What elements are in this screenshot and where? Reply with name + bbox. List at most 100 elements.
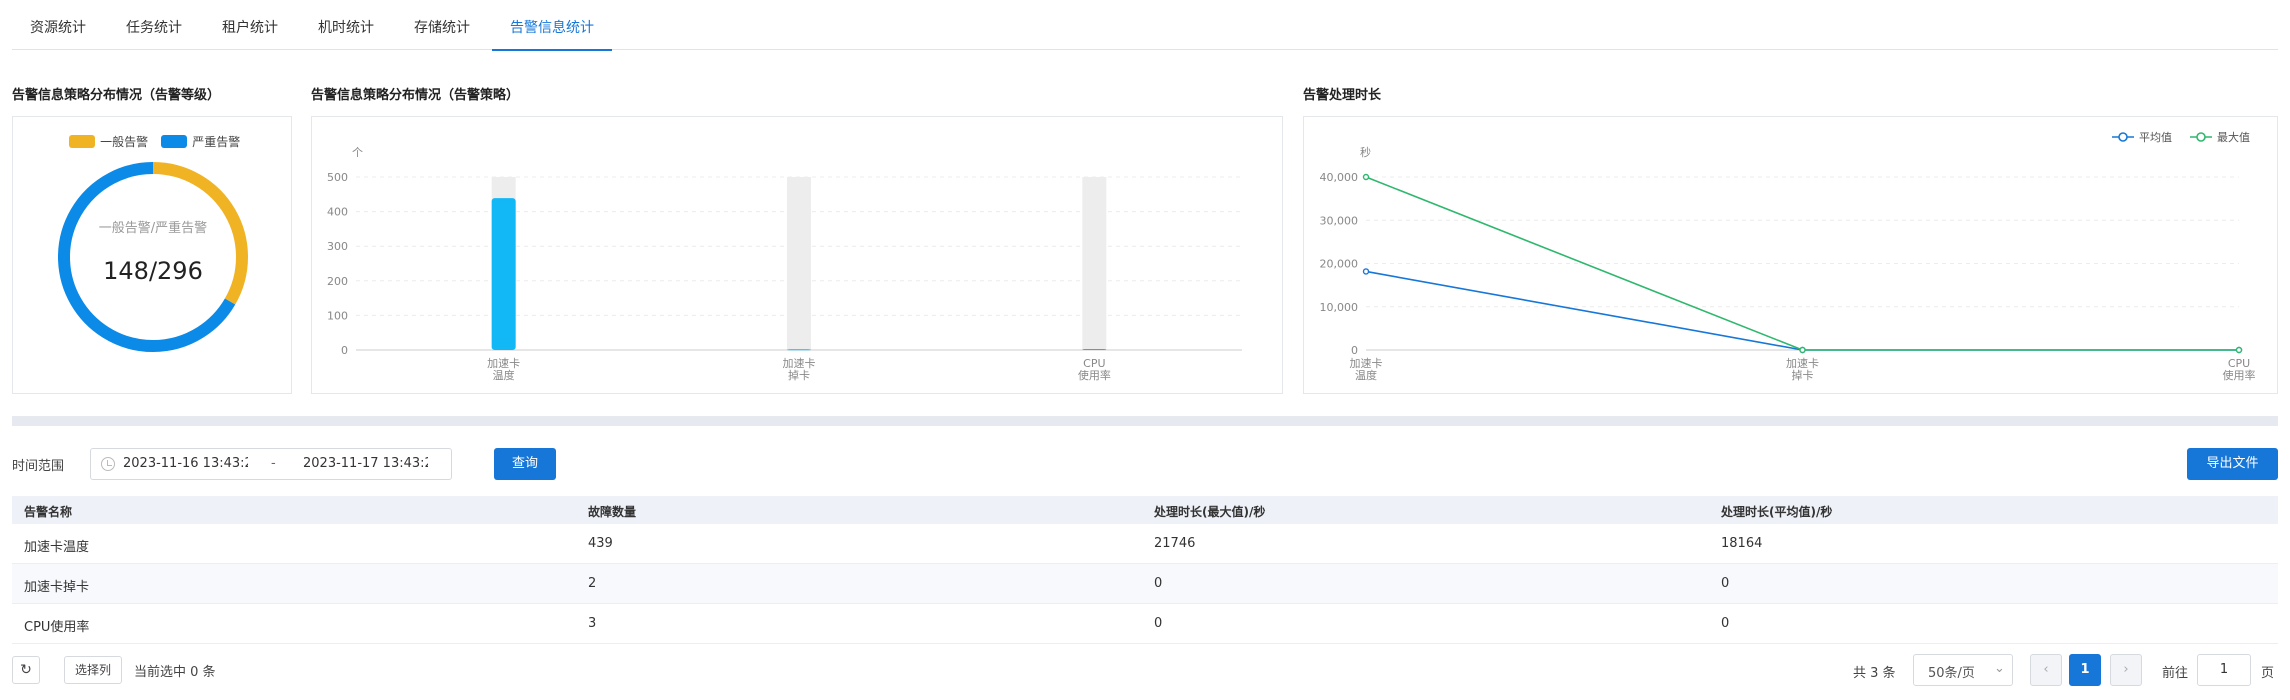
export-button[interactable]: 导出文件 — [2187, 448, 2278, 480]
section-divider — [12, 416, 2278, 426]
refresh-button[interactable]: ↻ — [12, 656, 40, 684]
start-date-input[interactable]: 2023-11-16 13:43:26 — [123, 456, 248, 471]
cell-count: 3 — [588, 616, 597, 631]
goto-label: 前往 — [2162, 666, 2189, 681]
donut-chart: 一般告警/严重告警 148/296 — [58, 162, 248, 352]
cell-max: 0 — [1154, 576, 1163, 591]
x-tick-label: 温度 — [493, 368, 515, 382]
bar-background — [787, 177, 811, 350]
x-tick-label: 掉卡 — [1792, 368, 1814, 382]
tab-label: 告警信息统计 — [510, 20, 594, 36]
table-row[interactable]: CPU使用率 3 0 0 — [12, 604, 2278, 644]
cell-max: 0 — [1154, 616, 1163, 631]
series-line[interactable] — [1365, 270, 2239, 351]
column-header-max[interactable]: 处理时长(最大值)/秒 — [1154, 503, 1265, 520]
tab-alarm[interactable]: 告警信息统计 — [492, 0, 612, 51]
tab-label: 存储统计 — [414, 20, 470, 36]
strategy-chart-panel: 个 500 400 300 200 100 0 加速卡 温度 加速卡 掉卡 CPU 使用率 — [311, 116, 1283, 394]
data-point[interactable] — [1362, 268, 1370, 275]
select-columns-button[interactable]: 选择列 — [64, 656, 122, 684]
tab-tenant[interactable]: 租户统计 — [204, 0, 296, 50]
column-header-count[interactable]: 故障数量 — [588, 503, 636, 520]
legend-label: 最大值 — [2217, 130, 2250, 144]
x-tick-label: 使用率 — [2223, 368, 2256, 382]
bar-background — [1082, 177, 1107, 350]
x-tick-label: 掉卡 — [788, 368, 810, 382]
goto-page-input[interactable]: 1 — [2197, 654, 2251, 686]
cell-name: 加速卡掉卡 — [24, 580, 90, 595]
level-chart-title: 告警信息策略分布情况（告警等级） — [12, 88, 221, 103]
cell-count: 439 — [588, 536, 613, 551]
tab-resource[interactable]: 资源统计 — [12, 0, 104, 50]
y-axis-unit: 个 — [352, 146, 363, 159]
x-tick-label: 温度 — [1355, 368, 1377, 382]
date-separator: - — [271, 456, 276, 471]
y-tick-label: 20,000 — [1320, 258, 1359, 271]
end-date-input[interactable]: 2023-11-17 13:43:26 — [303, 456, 428, 471]
chevron-down-icon: ⌄ — [1994, 661, 2005, 676]
data-point[interactable] — [1362, 173, 1370, 181]
page-1-button[interactable]: 1 — [2069, 654, 2101, 686]
y-tick-label: 300 — [327, 240, 348, 253]
donut-center-label: 一般告警/严重告警 — [99, 220, 207, 236]
tab-bar: 资源统计 任务统计 租户统计 机时统计 存储统计 告警信息统计 — [12, 0, 2278, 51]
bar-chart: 个5004003002001000加速卡温度加速卡掉卡CPU使用率 — [327, 146, 1242, 382]
strategy-chart-title: 告警信息策略分布情况（告警策略） — [311, 88, 520, 103]
data-point[interactable] — [1799, 346, 1806, 354]
date-range-picker[interactable]: 2023-11-16 13:43:26 - 2023-11-17 13:43:2… — [90, 448, 452, 480]
cell-avg: 18164 — [1721, 536, 1763, 551]
bar[interactable] — [787, 349, 811, 351]
table-row[interactable]: 加速卡掉卡 2 0 0 — [12, 564, 2278, 604]
tab-label: 机时统计 — [318, 20, 374, 36]
bar[interactable] — [1082, 348, 1107, 350]
refresh-icon: ↻ — [20, 662, 32, 678]
page-size-select[interactable]: 50条/页 ⌄ — [1913, 654, 2013, 686]
selected-count-text: 当前选中 0 条 — [134, 665, 216, 680]
cell-count: 2 — [588, 576, 597, 591]
tab-machine-time[interactable]: 机时统计 — [300, 0, 392, 50]
clock-icon — [101, 457, 115, 471]
legend-marker — [2118, 132, 2128, 142]
data-point[interactable] — [2235, 346, 2243, 354]
column-header-avg[interactable]: 处理时长(平均值)/秒 — [1721, 503, 1832, 520]
tab-label: 租户统计 — [222, 20, 278, 36]
cell-name: 加速卡温度 — [24, 540, 90, 555]
cell-max: 21746 — [1154, 536, 1196, 551]
y-tick-label: 40,000 — [1320, 171, 1359, 184]
legend-marker — [2196, 132, 2206, 142]
duration-chart-panel: 秒 40,000 30,000 20,000 10,000 0 加速卡 温度 加速卡 掉卡 CPU 使… — [1303, 116, 2278, 394]
page-size-value: 50条/页 — [1928, 666, 1975, 681]
y-tick-label: 0 — [341, 344, 348, 357]
total-count: 共 3 条 — [1853, 666, 1896, 681]
cell-avg: 0 — [1721, 616, 1730, 631]
query-button[interactable]: 查询 — [494, 448, 556, 480]
line-chart: 秒40,00030,00020,00010,0000加速卡温度加速卡掉卡CPU使… — [1320, 130, 2256, 382]
cell-avg: 0 — [1721, 576, 1730, 591]
duration-chart-title: 告警处理时长 — [1303, 88, 1382, 103]
tab-task[interactable]: 任务统计 — [108, 0, 200, 50]
y-tick-label: 10,000 — [1320, 301, 1359, 314]
legend-label: 平均值 — [2139, 131, 2172, 144]
tab-label: 资源统计 — [30, 20, 86, 36]
next-page-button[interactable]: › — [2110, 654, 2142, 686]
x-tick-label: 使用率 — [1078, 368, 1111, 382]
tab-storage[interactable]: 存储统计 — [396, 0, 488, 50]
column-header-name[interactable]: 告警名称 — [24, 503, 72, 520]
level-chart-panel: 一般告警 严重告警 一般告警/严重告警 148/296 — [12, 116, 292, 394]
table-header: 告警名称 故障数量 处理时长(最大值)/秒 处理时长(平均值)/秒 — [12, 496, 2278, 524]
prev-page-button[interactable]: ‹ — [2030, 654, 2062, 686]
y-tick-label: 400 — [327, 206, 348, 219]
y-tick-label: 30,000 — [1320, 214, 1359, 227]
chevron-left-icon: ‹ — [2043, 662, 2049, 677]
bar[interactable] — [491, 198, 516, 350]
y-tick-label: 500 — [327, 171, 348, 184]
table-row[interactable]: 加速卡温度 439 21746 18164 — [12, 524, 2278, 564]
tab-label: 任务统计 — [126, 20, 182, 36]
y-axis-unit: 秒 — [1360, 145, 1371, 159]
donut-center-value: 148/296 — [103, 257, 203, 285]
chevron-right-icon: › — [2123, 662, 2129, 677]
cell-name: CPU使用率 — [24, 620, 90, 635]
page-suffix: 页 — [2261, 666, 2275, 681]
y-tick-label: 0 — [1351, 344, 1358, 357]
y-tick-label: 100 — [327, 309, 348, 322]
